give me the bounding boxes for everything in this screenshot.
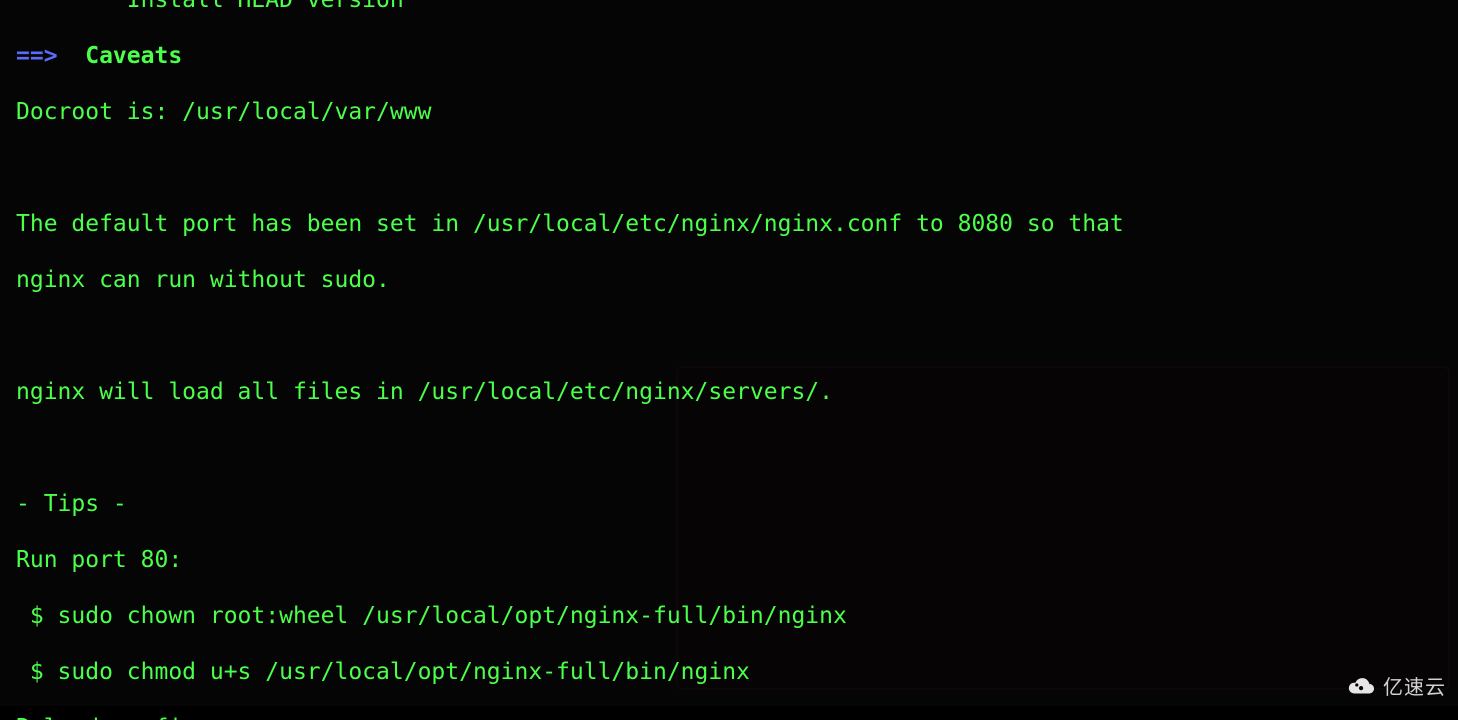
terminal-text: nginx can run without sudo. (16, 267, 390, 293)
terminal-line (16, 322, 1458, 350)
terminal-line: Docroot is: /usr/local/var/www (16, 98, 1458, 126)
terminal-text: Run port 80: (16, 547, 182, 573)
terminal-line: - Tips - (16, 490, 1458, 518)
terminal-line (16, 154, 1458, 182)
terminal-text: nginx will load all files in /usr/local/… (16, 379, 833, 405)
terminal-text (16, 435, 30, 461)
terminal-text: - Tips - (16, 491, 127, 517)
terminal-line: Run port 80: (16, 546, 1458, 574)
terminal-text: Docroot is: /usr/local/var/www (16, 99, 431, 125)
terminal-text: The default port has been set in /usr/lo… (16, 211, 1124, 237)
terminal-line: Install HEAD version (16, 0, 1458, 14)
terminal-output[interactable]: Install HEAD version ==> Caveats Docroot… (0, 0, 1458, 720)
terminal-line: $ sudo chown root:wheel /usr/local/opt/n… (16, 602, 1458, 630)
terminal-text: $ sudo chmod u+s /usr/local/opt/nginx-fu… (16, 659, 750, 685)
terminal-line: ==> Caveats (16, 42, 1458, 70)
terminal-line: nginx will load all files in /usr/local/… (16, 378, 1458, 406)
terminal-line: nginx can run without sudo. (16, 266, 1458, 294)
terminal-text (16, 323, 30, 349)
terminal-text: ==> (16, 43, 71, 69)
terminal-text: Reload config: (16, 715, 210, 720)
terminal-text: Caveats (71, 43, 182, 69)
terminal-line (16, 434, 1458, 462)
terminal-text: $ sudo chown root:wheel /usr/local/opt/n… (16, 603, 847, 629)
terminal-line: The default port has been set in /usr/lo… (16, 210, 1458, 238)
terminal-line: $ sudo chmod u+s /usr/local/opt/nginx-fu… (16, 658, 1458, 686)
terminal-line: Reload config: (16, 714, 1458, 720)
terminal-text: Install HEAD version (16, 0, 404, 13)
terminal-text (16, 155, 30, 181)
